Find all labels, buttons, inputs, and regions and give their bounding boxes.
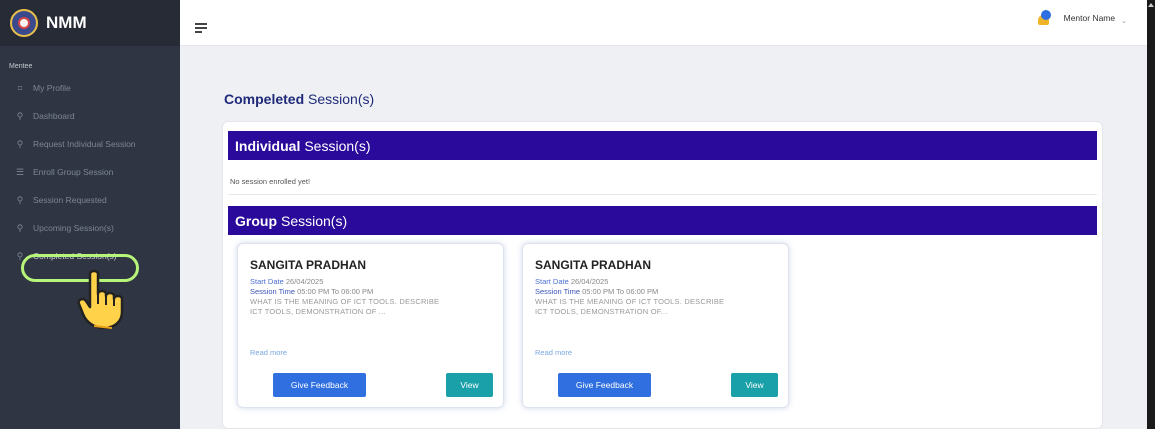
sidebar-item-label: Upcoming Session(s)	[33, 223, 114, 233]
list-icon: ☰	[15, 166, 25, 177]
sidebar-item-label: Dashboard	[33, 111, 75, 121]
start-date-value: 26/04/2025	[285, 277, 324, 286]
read-more-link[interactable]: Read more	[535, 348, 572, 357]
sidebar-item-label: Session Requested	[33, 195, 107, 205]
individual-header-rest: Session(s)	[304, 137, 371, 154]
sidebar-item-label: Enroll Group Session	[33, 167, 114, 177]
group-header-rest: Session(s)	[281, 212, 348, 229]
user-menu[interactable]: Mentor Name ⌄	[1036, 10, 1127, 26]
session-time-label: Session Time	[535, 287, 581, 296]
session-time-line: Session Time 05:00 PM To 06:00 PM	[535, 287, 776, 297]
sidebar-item-label: Request Individual Session	[33, 139, 136, 149]
mentor-name: SANGITA PRADHAN	[535, 258, 651, 272]
page-title: Compeleted Session(s)	[224, 91, 374, 107]
session-description-line-1: WHAT IS THE MEANING OF ICT TOOLS. DESCRI…	[250, 297, 440, 306]
scrollbar[interactable]	[1147, 0, 1155, 429]
user-icon: ⚲	[16, 110, 24, 121]
scroll-up-arrow-icon[interactable]	[1148, 3, 1154, 7]
notification-badge	[1040, 10, 1051, 20]
session-description-line-2: ICT TOOLS, DEMONSTRATION OF...	[535, 307, 668, 316]
session-time-line: Session Time 05:00 PM To 06:00 PM	[250, 287, 491, 297]
session-time-value: 05:00 PM To 06:00 PM	[582, 287, 659, 296]
start-date-value: 26/04/2025	[570, 277, 609, 286]
start-date-label: Start Date	[535, 277, 569, 286]
sidebar-item-label: My Profile	[33, 83, 71, 93]
session-card: SANGITA PRADHAN Start Date 26/04/2025 Se…	[237, 243, 504, 408]
view-button[interactable]: View	[731, 373, 778, 397]
session-time-label: Session Time	[250, 287, 296, 296]
sidebar-item-enroll-group-session[interactable]: ☰ Enroll Group Session	[0, 158, 180, 186]
chevron-down-icon[interactable]: ⌄	[1121, 17, 1127, 25]
user-name[interactable]: Mentor Name	[1064, 13, 1116, 23]
hamburger-menu-icon[interactable]	[195, 23, 207, 35]
mentor-name: SANGITA PRADHAN	[250, 258, 366, 272]
user-icon: ⚲	[16, 138, 24, 149]
sidebar-item-dashboard[interactable]: ⚲ Dashboard	[0, 102, 180, 130]
give-feedback-button[interactable]: Give Feedback	[558, 373, 651, 397]
page-title-bold: Compeleted	[224, 91, 305, 107]
view-button[interactable]: View	[446, 373, 493, 397]
individual-sessions-header: Individual Session(s)	[228, 131, 1097, 160]
group-header-bold: Group	[235, 212, 277, 229]
sidebar-item-upcoming-sessions[interactable]: ⚲ Upcoming Session(s)	[0, 214, 180, 242]
give-feedback-button[interactable]: Give Feedback	[273, 373, 366, 397]
empty-state-text: No session enrolled yet!	[230, 177, 311, 186]
brand-name: NMM	[46, 13, 87, 32]
individual-header-bold: Individual	[235, 137, 301, 154]
sidebar-section-label: Mentee	[9, 63, 33, 70]
start-date-line: Start Date 26/04/2025	[535, 277, 776, 287]
session-description-line-2: ICT TOOLS, DEMONSTRATION OF ...	[250, 307, 386, 316]
user-icon: ⚲	[16, 222, 24, 233]
start-date-label: Start Date	[250, 277, 284, 286]
brand[interactable]: NMM	[0, 0, 180, 46]
nmm-logo-icon	[10, 9, 38, 37]
sidebar-item-session-requested[interactable]: ⚲ Session Requested	[0, 186, 180, 214]
session-card: SANGITA PRADHAN Start Date 26/04/2025 Se…	[522, 243, 789, 408]
user-icon: ⚲	[16, 194, 24, 205]
divider	[228, 194, 1097, 195]
user-icon: ⚲	[16, 250, 24, 261]
notification-bell-icon[interactable]	[1036, 10, 1052, 26]
start-date-line: Start Date 26/04/2025	[250, 277, 491, 287]
sidebar-item-completed-sessions[interactable]: ⚲ Completed Session(s)	[0, 242, 180, 270]
session-description-line-1: WHAT IS THE MEANING OF ICT TOOLS. DESCRI…	[535, 297, 725, 306]
top-bar: Mentor Name ⌄	[180, 0, 1147, 46]
sidebar-item-request-individual-session[interactable]: ⚲ Request Individual Session	[0, 130, 180, 158]
session-time-value: 05:00 PM To 06:00 PM	[297, 287, 374, 296]
sidebar-nav: ⌗ My Profile ⚲ Dashboard ⚲ Request Indiv…	[0, 74, 180, 270]
sidebar: NMM Mentee ⌗ My Profile ⚲ Dashboard ⚲ Re…	[0, 0, 180, 429]
page-title-rest: Session(s)	[308, 91, 375, 107]
sidebar-item-label: Completed Session(s)	[33, 251, 117, 261]
read-more-link[interactable]: Read more	[250, 348, 287, 357]
group-sessions-header: Group Session(s)	[228, 206, 1097, 235]
sidebar-item-my-profile[interactable]: ⌗ My Profile	[0, 74, 180, 102]
profile-icon: ⌗	[17, 82, 23, 93]
